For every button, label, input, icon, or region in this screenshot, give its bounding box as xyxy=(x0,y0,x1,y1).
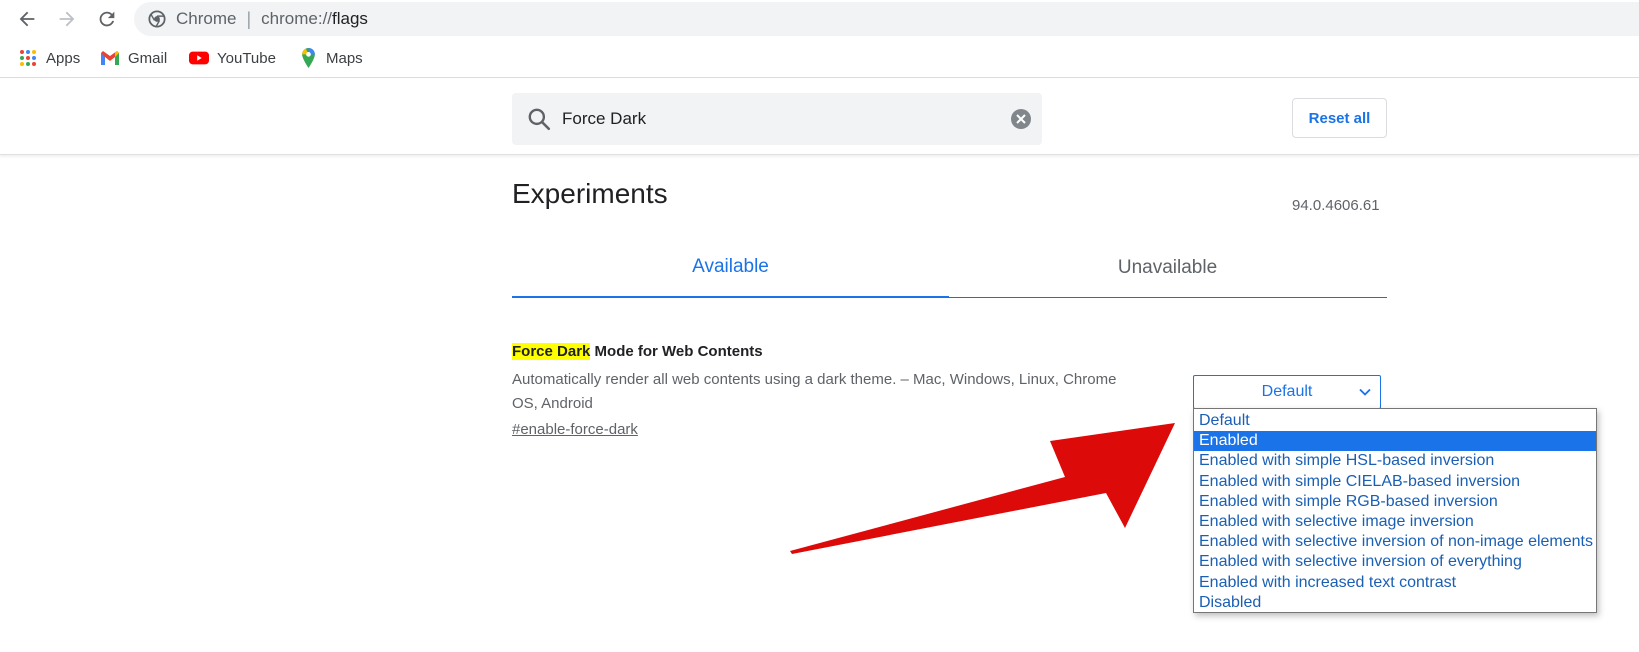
tab-available[interactable]: Available xyxy=(512,238,949,298)
flag-title-highlight: Force Dark xyxy=(512,343,591,360)
search-box[interactable] xyxy=(512,93,1042,145)
search-input[interactable] xyxy=(562,109,1002,129)
reload-button[interactable] xyxy=(92,4,122,34)
address-url: chrome://flags xyxy=(261,9,368,29)
tab-unavailable[interactable]: Unavailable xyxy=(949,238,1386,298)
apps-grid-icon xyxy=(18,48,38,68)
select-value: Default xyxy=(1261,383,1313,400)
flag-description: Automatically render all web contents us… xyxy=(512,368,1172,416)
search-icon xyxy=(528,108,551,131)
select-option[interactable]: Enabled with simple HSL-based inversion xyxy=(1194,451,1596,471)
select-option[interactable]: Enabled with simple RGB-based inversion xyxy=(1194,492,1596,512)
select-option[interactable]: Enabled with increased text contrast xyxy=(1194,573,1596,593)
flag-anchor-link[interactable]: #enable-force-dark xyxy=(512,421,638,438)
forward-button[interactable] xyxy=(52,4,82,34)
select-option[interactable]: Enabled with selective image inversion xyxy=(1194,512,1596,532)
flag-state-select[interactable]: Default xyxy=(1193,375,1381,409)
flags-header: Reset all xyxy=(0,79,1639,155)
bookmark-label: Apps xyxy=(46,49,81,67)
select-option[interactable]: Enabled xyxy=(1194,431,1596,452)
red-arrow-icon xyxy=(790,423,1175,554)
select-dropdown-list: Default Enabled Enabled with simple HSL-ba… xyxy=(1193,408,1597,613)
maps-icon xyxy=(298,48,318,68)
address-site-label: Chrome xyxy=(176,9,237,28)
select-option[interactable]: Enabled with selective inversion of non-… xyxy=(1194,532,1596,552)
youtube-icon xyxy=(189,48,209,68)
chevron-down-icon xyxy=(1359,388,1371,396)
tab-bar: Available Unavailable xyxy=(512,238,1387,298)
bookmarks-bar: Apps Gmail YouTube Maps xyxy=(0,42,1639,78)
flag-description-line: OS, Android xyxy=(512,395,593,412)
flag-title: Force Dark Mode for Web Contents xyxy=(512,343,763,360)
version-label: 94.0.4606.61 xyxy=(1292,197,1380,214)
reload-icon xyxy=(99,11,115,27)
page-title: Experiments xyxy=(512,178,668,209)
select-option[interactable]: Enabled with simple CIELAB-based inversi… xyxy=(1194,472,1596,492)
select-option[interactable]: Disabled xyxy=(1194,593,1596,613)
forward-arrow-icon xyxy=(59,11,75,27)
clear-search-icon[interactable] xyxy=(1010,108,1032,130)
gmail-icon xyxy=(100,48,120,68)
address-host: flags xyxy=(332,9,368,28)
address-bar[interactable]: Chrome | chrome://flags xyxy=(134,2,1639,36)
bookmark-label: YouTube xyxy=(217,49,276,67)
back-button[interactable] xyxy=(12,4,42,34)
bookmark-label: Gmail xyxy=(128,49,168,67)
flag-description-line: Automatically render all web contents us… xyxy=(512,371,1117,388)
select-option[interactable]: Enabled with selective inversion of ever… xyxy=(1194,552,1596,572)
bookmark-youtube[interactable]: YouTube xyxy=(189,48,276,68)
address-scheme: chrome:// xyxy=(261,9,333,28)
chrome-icon xyxy=(148,10,166,28)
browser-toolbar: Chrome | chrome://flags xyxy=(0,0,1639,38)
bookmark-gmail[interactable]: Gmail xyxy=(100,48,167,68)
select-option[interactable]: Default xyxy=(1194,411,1596,431)
reset-all-button[interactable]: Reset all xyxy=(1292,98,1387,138)
address-separator: | xyxy=(246,8,252,29)
back-arrow-icon xyxy=(19,11,35,27)
bookmark-maps[interactable]: Maps xyxy=(298,48,363,68)
bookmark-apps[interactable]: Apps xyxy=(18,48,80,68)
flag-title-rest: Mode for Web Contents xyxy=(590,343,763,360)
bookmark-label: Maps xyxy=(326,49,363,67)
